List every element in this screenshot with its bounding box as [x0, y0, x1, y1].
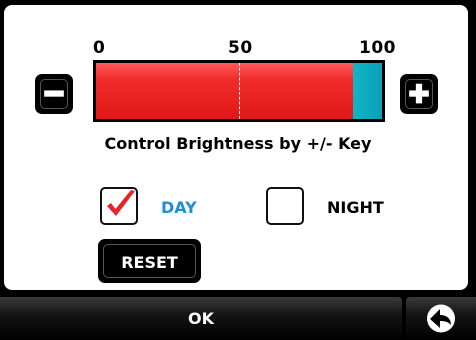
reset-button-label: RESET: [121, 253, 178, 272]
plus-icon: [409, 83, 429, 104]
ok-button[interactable]: OK: [0, 297, 402, 340]
day-mode-label: DAY: [161, 198, 197, 217]
back-arrow-icon: [427, 304, 455, 333]
day-mode-checkbox[interactable]: [100, 187, 138, 225]
minus-icon: [44, 90, 64, 97]
brightness-slider[interactable]: [93, 60, 385, 122]
scale-label-min: 0: [93, 38, 106, 58]
night-mode-checkbox[interactable]: [266, 187, 304, 225]
reset-button[interactable]: RESET: [98, 239, 201, 283]
brightness-hint: Control Brightness by +/- Key: [104, 134, 372, 153]
brightness-screen: 0 50 100 Control Brightness by +/- Key D…: [0, 0, 476, 340]
checkmark-icon: [107, 190, 135, 216]
brightness-level-fill: [96, 63, 354, 119]
night-mode-label: NIGHT: [327, 198, 384, 217]
decrease-brightness-button[interactable]: [35, 74, 73, 114]
increase-brightness-button[interactable]: [400, 74, 438, 114]
back-button[interactable]: [406, 297, 476, 340]
scale-label-mid: 50: [228, 38, 253, 58]
ok-button-label: OK: [188, 309, 214, 328]
midpoint-marker: [239, 63, 240, 119]
brightness-remaining: [353, 63, 382, 119]
scale-label-max: 100: [359, 38, 396, 58]
